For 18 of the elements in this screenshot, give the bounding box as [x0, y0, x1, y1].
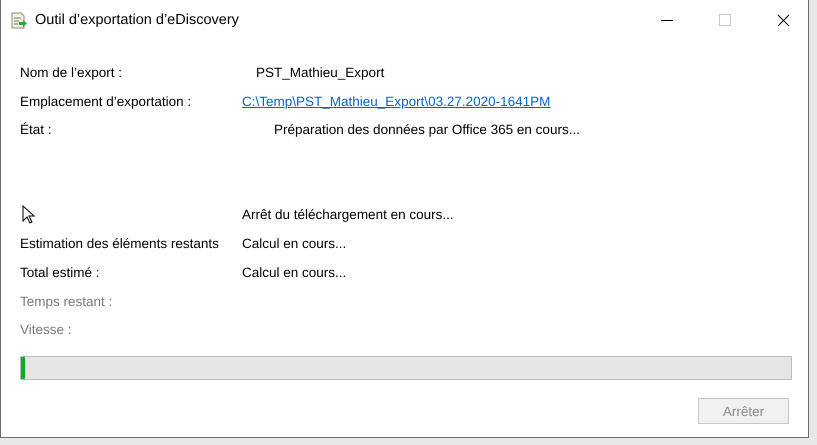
field-value: PST_Mathieu_Export	[256, 64, 384, 80]
maximize-icon	[719, 14, 731, 26]
export-location-link[interactable]: C:\Temp\PST_Mathieu_Export\03.27.2020-1641PM	[242, 94, 550, 109]
field-label: Vitesse :	[20, 322, 73, 338]
close-icon	[776, 14, 790, 26]
field-value: Préparation des données par Office 365 en cours...	[274, 122, 580, 138]
document-export-icon	[11, 12, 27, 28]
mouse-pointer-icon	[22, 205, 35, 224]
field-label: État :	[20, 122, 53, 138]
field-label: Total estimé :	[20, 264, 101, 280]
field-value: Calcul en cours...	[242, 236, 346, 252]
field-label: Nom de l’export :	[20, 64, 124, 80]
field-label: Temps restant :	[20, 294, 114, 309]
status-message: Arrêt du téléchargement en cours...	[242, 207, 454, 222]
field-value: Calcul en cours...	[242, 264, 346, 280]
field-label: Estimation des éléments restants	[20, 236, 220, 252]
field-label: Emplacement d’exportation :	[20, 94, 192, 109]
window-title: Outil d’exportation d’eDiscovery	[35, 12, 240, 28]
